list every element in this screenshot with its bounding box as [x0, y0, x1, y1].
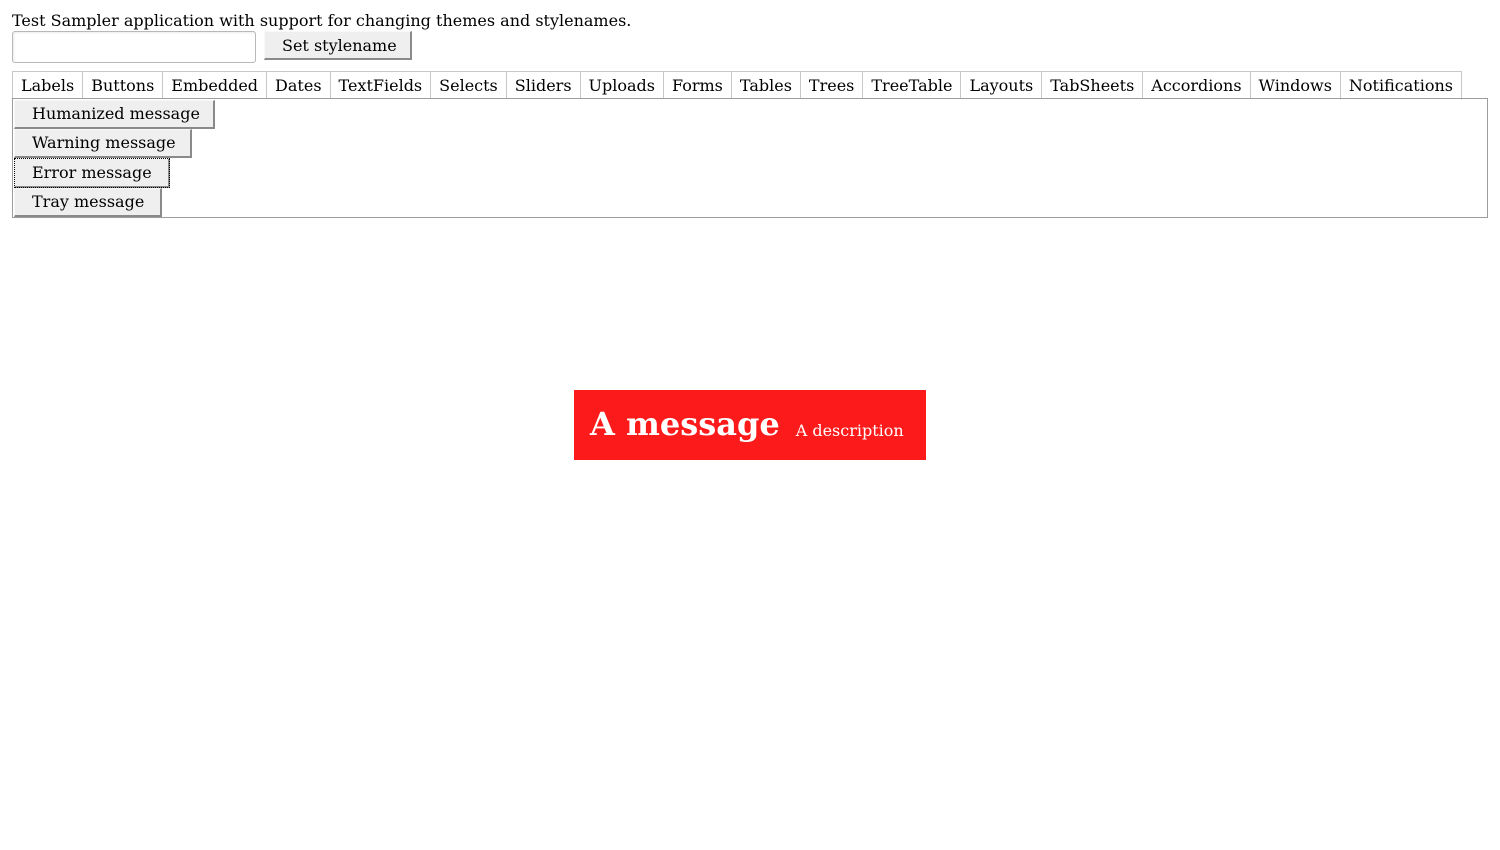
tab-forms[interactable]: Forms [663, 72, 731, 99]
tab-selects[interactable]: Selects [430, 72, 506, 99]
test-sampler-app: Test Sampler application with support fo… [0, 0, 1500, 850]
tab-tables[interactable]: Tables [730, 72, 800, 99]
tab-sliders[interactable]: Sliders [505, 72, 580, 99]
app-description: Test Sampler application with support fo… [12, 11, 632, 30]
warning-message-button[interactable]: Warning message [14, 129, 192, 158]
tab-accordions[interactable]: Accordions [1142, 72, 1250, 99]
tab-embedded[interactable]: Embedded [162, 72, 267, 99]
tab-uploads[interactable]: Uploads [579, 72, 663, 99]
tab-tabsheets[interactable]: TabSheets [1041, 72, 1143, 99]
notification-caption: A message [590, 405, 780, 443]
tab-notifications[interactable]: Notifications [1339, 72, 1462, 100]
tab-buttons[interactable]: Buttons [82, 72, 163, 99]
tray-message-button[interactable]: Tray message [14, 188, 162, 217]
humanized-message-button[interactable]: Humanized message [14, 100, 215, 129]
tab-labels[interactable]: Labels [12, 72, 83, 99]
tab-dates[interactable]: Dates [266, 72, 330, 99]
notifications-tab-panel: Humanized message Warning message Error … [12, 98, 1488, 218]
error-message-button[interactable]: Error message [14, 158, 170, 188]
tab-treetable[interactable]: TreeTable [862, 72, 961, 99]
tab-trees[interactable]: Trees [799, 72, 863, 99]
stylename-input[interactable] [12, 31, 256, 63]
set-stylename-button[interactable]: Set stylename [264, 31, 412, 60]
error-notification[interactable]: A message A description [574, 390, 926, 460]
tab-bar: Labels Buttons Embedded Dates TextFields… [12, 71, 1462, 100]
notification-description: A description [795, 420, 904, 440]
tab-layouts[interactable]: Layouts [960, 72, 1042, 99]
tab-textfields[interactable]: TextFields [329, 72, 431, 99]
tab-windows[interactable]: Windows [1249, 72, 1340, 99]
